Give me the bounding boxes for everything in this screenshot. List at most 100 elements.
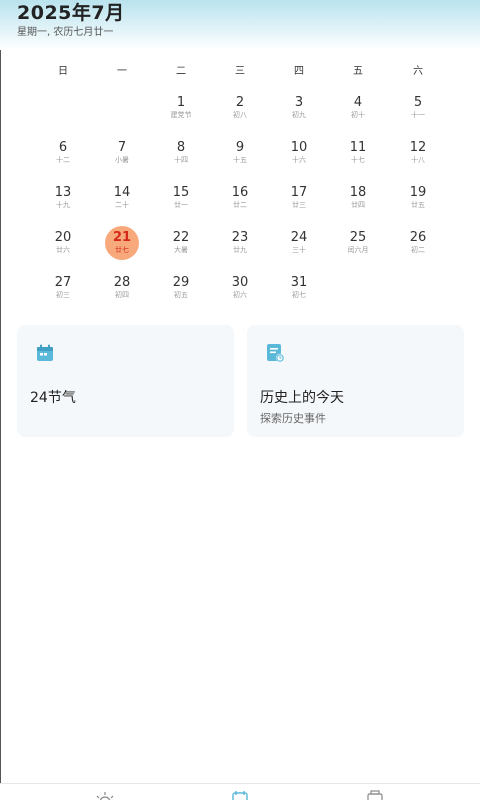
lunar-date: 二十	[115, 201, 129, 209]
calendar-day[interactable]: 23 廿九	[220, 226, 260, 266]
lunar-date: 十五	[233, 156, 247, 164]
calendar-day[interactable]: 2 初八	[220, 91, 260, 131]
calendar-day[interactable]: 16 廿二	[220, 181, 260, 221]
day-number: 2	[235, 95, 245, 110]
solar-terms-card[interactable]: 24节气	[17, 325, 234, 437]
day-number: 30	[231, 275, 249, 290]
lunar-date: 初五	[174, 291, 188, 299]
lunar-date: 十九	[56, 201, 70, 209]
day-number: 23	[231, 230, 249, 245]
day-number: 16	[231, 185, 249, 200]
day-number: 11	[349, 140, 367, 155]
day-number: 5	[413, 95, 423, 110]
day-number: 8	[176, 140, 186, 155]
lunar-date: 初四	[115, 291, 129, 299]
day-number: 31	[290, 275, 308, 290]
history-title: 历史上的今天	[260, 390, 344, 406]
day-number: 6	[58, 140, 68, 155]
calendar-day[interactable]: 28 初四	[102, 271, 142, 311]
calendar-day[interactable]: 24 三十	[279, 226, 319, 266]
calendar-day[interactable]: 8 十四	[161, 136, 201, 176]
lunar-date: 初三	[56, 291, 70, 299]
lunar-date: 十四	[174, 156, 188, 164]
day-number: 1	[176, 95, 186, 110]
calendar-day[interactable]: 15 廿一	[161, 181, 201, 221]
calendar-day[interactable]: 30 初六	[220, 271, 260, 311]
day-number: 9	[235, 140, 245, 155]
day-number: 24	[290, 230, 308, 245]
lunar-date: 十一	[411, 111, 425, 119]
history-subtitle: 探索历史事件	[260, 412, 326, 425]
day-number: 3	[294, 95, 304, 110]
calendar-day[interactable]: 17 廿三	[279, 181, 319, 221]
day-number: 12	[409, 140, 427, 155]
day-number: 28	[113, 275, 131, 290]
day-number: 29	[172, 275, 190, 290]
calendar-day[interactable]: 10 十六	[279, 136, 319, 176]
calendar-day[interactable]: 3 初九	[279, 91, 319, 131]
tools-icon[interactable]	[364, 790, 386, 800]
calendar-day[interactable]: 13 十九	[43, 181, 83, 221]
history-document-icon	[267, 344, 285, 363]
lunar-date: 初六	[233, 291, 247, 299]
calendar-day[interactable]: 1 建党节	[161, 91, 201, 131]
lunar-date: 十八	[411, 156, 425, 164]
day-number: 17	[290, 185, 308, 200]
day-number: 22	[172, 230, 190, 245]
lunar-date: 十六	[292, 156, 306, 164]
day-number: 14	[113, 185, 131, 200]
calendar-icon	[37, 344, 53, 361]
lunar-date: 闰六月	[347, 246, 369, 254]
lunar-date: 十七	[351, 156, 365, 164]
lunar-date: 廿二	[233, 201, 247, 209]
calendar-icon[interactable]	[229, 790, 251, 800]
day-number: 21	[112, 230, 132, 245]
day-number: 25	[349, 230, 367, 245]
calendar-day[interactable]: 19 廿五	[398, 181, 438, 221]
day-number: 4	[353, 95, 363, 110]
calendar-day[interactable]: 20 廿六	[43, 226, 83, 266]
calendar-day[interactable]: 26 初二	[398, 226, 438, 266]
day-number: 26	[409, 230, 427, 245]
calendar-day-today[interactable]: 21 廿七	[102, 226, 142, 266]
calendar-day[interactable]: 31 初七	[279, 271, 319, 311]
solar-terms-title: 24节气	[30, 390, 76, 406]
calendar-day[interactable]: 4 初十	[338, 91, 378, 131]
lunar-date: 初十	[351, 111, 365, 119]
day-number: 19	[409, 185, 427, 200]
calendar-day[interactable]: 25 闰六月	[338, 226, 378, 266]
calendar-day[interactable]: 7 小暑	[102, 136, 142, 176]
day-number: 27	[54, 275, 72, 290]
lunar-date: 初八	[233, 111, 247, 119]
day-number: 20	[54, 230, 72, 245]
history-today-card[interactable]: 历史上的今天 探索历史事件	[247, 325, 464, 437]
lunar-date: 廿六	[56, 246, 70, 254]
calendar-day[interactable]: 11 十七	[338, 136, 378, 176]
lunar-date: 廿七	[115, 246, 129, 254]
calendar-day[interactable]: 5 十一	[398, 91, 438, 131]
calendar-day[interactable]: 14 二十	[102, 181, 142, 221]
day-number: 10	[290, 140, 308, 155]
calendar-day[interactable]: 12 十八	[398, 136, 438, 176]
weather-sun-icon[interactable]	[94, 790, 116, 800]
lunar-date: 大暑	[174, 246, 188, 254]
calendar-day[interactable]: 22 大暑	[161, 226, 201, 266]
day-number: 15	[172, 185, 190, 200]
calendar-grid: 1 建党节 2 初八 3 初九 4 初十 5 十一 6 十二 7 小暑 8 十四 9 十五 10 十六 11 十七 12 十八…	[0, 0, 480, 320]
day-number: 18	[349, 185, 367, 200]
calendar-day[interactable]: 9 十五	[220, 136, 260, 176]
day-number: 13	[54, 185, 72, 200]
lunar-date: 廿四	[351, 201, 365, 209]
lunar-date: 十二	[56, 156, 70, 164]
lunar-date: 三十	[292, 246, 306, 254]
lunar-date: 廿九	[233, 246, 247, 254]
day-number: 7	[117, 140, 127, 155]
bottom-navigation	[0, 783, 480, 800]
lunar-date: 小暑	[115, 156, 129, 164]
calendar-day[interactable]: 18 廿四	[338, 181, 378, 221]
lunar-date: 初七	[292, 291, 306, 299]
lunar-date: 建党节	[170, 111, 192, 119]
calendar-day[interactable]: 27 初三	[43, 271, 83, 311]
calendar-day[interactable]: 6 十二	[43, 136, 83, 176]
calendar-day[interactable]: 29 初五	[161, 271, 201, 311]
